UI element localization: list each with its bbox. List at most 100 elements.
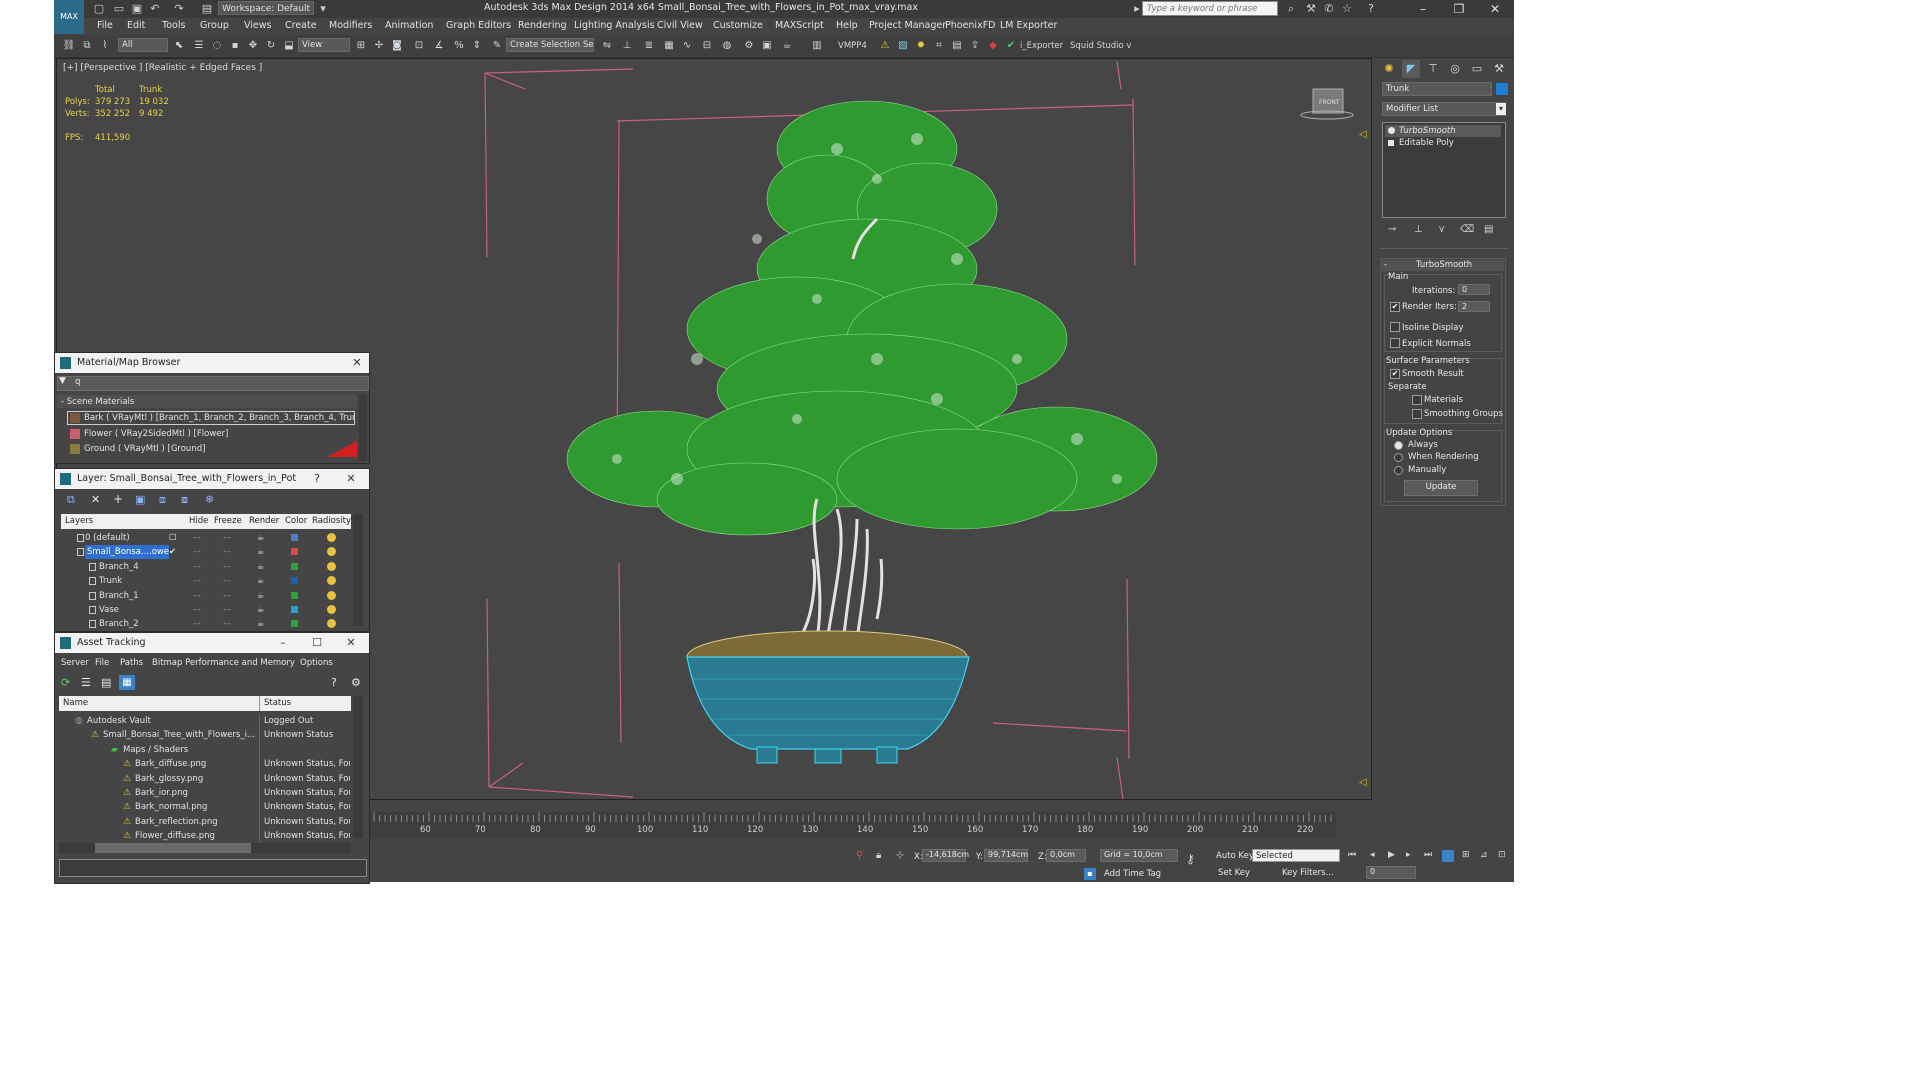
schematic-view-icon[interactable]: ⊟	[700, 39, 714, 53]
rollout-collapse-icon[interactable]: -	[1384, 260, 1387, 270]
asset-name[interactable]: Maps / Shaders	[123, 743, 255, 757]
layer-color-swatch[interactable]	[291, 591, 298, 599]
hide-toggle[interactable]: ––	[193, 619, 201, 628]
add-to-layer-icon[interactable]: +	[113, 492, 123, 506]
vray-frame-buffer-icon[interactable]: ▥	[810, 39, 824, 53]
y-coord-field[interactable]: 99,714cm	[984, 849, 1028, 862]
layer-name[interactable]: 0 (default)	[85, 531, 165, 545]
layer-color-swatch[interactable]	[291, 562, 298, 570]
layer-name[interactable]: Small_Bonsa....owers	[85, 545, 169, 560]
favorites-star-icon[interactable]: ☆	[1340, 2, 1354, 16]
play-icon[interactable]: ▶	[1388, 850, 1395, 860]
rendered-frame-window-icon[interactable]: ▣	[760, 39, 774, 53]
percent-snap-icon[interactable]: %	[452, 39, 466, 53]
selection-region-icon[interactable]: ◌	[210, 39, 224, 53]
absolute-mode-icon[interactable]: ⊹	[896, 850, 904, 861]
menu-rendering[interactable]: Rendering	[518, 20, 567, 31]
add-time-tag-button[interactable]: Add Time Tag	[1104, 869, 1161, 879]
bind-spacewarp-icon[interactable]: ⌇	[98, 39, 112, 53]
remove-modifier-icon[interactable]: ⌫	[1460, 224, 1474, 235]
layer-manager-icon[interactable]: ≣	[642, 39, 656, 53]
select-by-name-icon[interactable]: ☰	[192, 39, 206, 53]
table-view-icon[interactable]: ▦	[119, 675, 135, 690]
render-production-icon[interactable]: ☕	[780, 39, 794, 53]
minimize-button[interactable]: –	[1406, 0, 1440, 18]
save-icon[interactable]: ▣	[130, 2, 144, 16]
previous-frame-icon[interactable]: ◂	[1370, 850, 1375, 860]
create-layer-icon[interactable]: ⧉	[67, 493, 75, 507]
hide-toggle[interactable]: ––	[193, 605, 201, 614]
squid-studio-button[interactable]: Squid Studio v	[1070, 41, 1131, 51]
settings-icon[interactable]: ⚙	[351, 676, 361, 689]
warning-icon[interactable]: ⚠	[878, 39, 892, 53]
close-button[interactable]: ✕	[1478, 0, 1512, 18]
material-browser-title[interactable]: Material/Map Browser	[55, 353, 369, 373]
communication-icon[interactable]: ✆	[1322, 2, 1336, 16]
highlight-layer-icon[interactable]: ⧈	[159, 493, 166, 507]
current-layer-checkbox[interactable]	[169, 574, 181, 588]
save-scene-icon[interactable]: ▤	[950, 39, 964, 53]
zoom-extents-icon[interactable]	[1442, 850, 1454, 862]
menu-create[interactable]: Create	[285, 20, 317, 31]
check-icon[interactable]: ✔	[1004, 39, 1018, 53]
material-row-ground[interactable]: Ground ( VRayMtl ) [Ground]	[84, 442, 354, 456]
chevron-down-icon[interactable]: ▾	[1496, 103, 1506, 115]
maximize-viewport-icon[interactable]: ⊡	[1498, 850, 1506, 860]
manually-radio[interactable]	[1394, 466, 1403, 475]
close-icon[interactable]: ✕	[343, 633, 359, 653]
freeze-toggle[interactable]: ––	[223, 619, 231, 628]
column-divider[interactable]	[259, 696, 260, 711]
current-layer-checkbox[interactable]	[169, 589, 181, 603]
stack-item-editable-poly[interactable]: Editable Poly	[1385, 137, 1501, 149]
new-file-icon[interactable]: ▢	[92, 2, 106, 16]
layer-name[interactable]: Branch_1	[99, 589, 179, 603]
record-icon[interactable]: ◆	[986, 39, 1000, 53]
layer-name[interactable]: Trunk	[99, 574, 179, 588]
column-status[interactable]: Status	[264, 696, 291, 711]
menu-project-manager[interactable]: Project Manager	[869, 20, 946, 31]
current-layer-checkbox[interactable]	[169, 560, 181, 574]
asset-name[interactable]: Flower_diffuse.png	[135, 829, 255, 843]
menu-edit[interactable]: Edit	[127, 20, 145, 31]
refresh-icon[interactable]: ⟳	[61, 676, 70, 689]
layer-name[interactable]: Branch_2	[99, 617, 179, 631]
menu-lighting-analysis[interactable]: Lighting Analysis	[574, 20, 655, 31]
menu-graph-editors[interactable]: Graph Editors	[446, 20, 511, 31]
snaps-toggle-icon[interactable]: ⊡	[412, 39, 426, 53]
hide-toggle[interactable]: ––	[193, 547, 201, 556]
curve-editor-icon[interactable]: ∿	[680, 39, 694, 53]
current-frame-field[interactable]: 0	[1366, 866, 1416, 879]
stack-item-turbosmooth[interactable]: TurboSmooth	[1385, 125, 1501, 137]
freeze-toggle[interactable]: ––	[223, 591, 231, 600]
menu-views[interactable]: Views	[244, 20, 272, 31]
materials-checkbox[interactable]	[1412, 395, 1422, 405]
list-view-icon[interactable]: ☰	[81, 676, 91, 689]
pin-stack-icon[interactable]: ⊸	[1388, 224, 1396, 235]
modify-tab-icon[interactable]: ◤	[1402, 60, 1420, 78]
key-filters-button[interactable]: Key Filters...	[1282, 868, 1334, 878]
scrollbar-thumb[interactable]	[95, 843, 251, 853]
layer-scrollbar[interactable]	[353, 514, 363, 626]
selection-lock-icon[interactable]: 🔒︎	[876, 850, 881, 861]
material-row-flower[interactable]: Flower ( VRay2SidedMtl ) [Flower]	[84, 427, 354, 441]
hide-toggle[interactable]: ––	[193, 576, 201, 585]
modifier-stack[interactable]: TurboSmooth Editable Poly	[1382, 122, 1506, 218]
asset-menu-options[interactable]: Options	[300, 658, 333, 668]
render-setup-icon[interactable]: ⚙	[742, 39, 756, 53]
modifier-list-dropdown[interactable]: Modifier List	[1382, 102, 1506, 116]
material-search-input[interactable]	[57, 376, 369, 391]
close-icon[interactable]: ✕	[349, 353, 365, 373]
select-objects-icon[interactable]: ▣	[135, 493, 145, 506]
current-layer-checkbox[interactable]	[169, 603, 181, 617]
asset-menu-file[interactable]: File	[95, 658, 109, 668]
time-tag-icon[interactable]: ▪	[1084, 868, 1096, 880]
edit-named-selection-icon[interactable]: ✎	[490, 39, 504, 53]
isoline-display-checkbox[interactable]	[1390, 322, 1400, 332]
vmpp-label[interactable]: VMPP4	[838, 41, 867, 51]
layer-name[interactable]: Vase	[99, 603, 179, 617]
go-to-start-icon[interactable]: ⏮	[1348, 850, 1356, 860]
asset-name[interactable]: Bark_reflection.png	[135, 815, 255, 829]
key-icon[interactable]: ⚷	[1186, 852, 1195, 866]
radiosity-icon[interactable]	[327, 590, 336, 600]
select-object-icon[interactable]: ⬉	[172, 39, 186, 53]
